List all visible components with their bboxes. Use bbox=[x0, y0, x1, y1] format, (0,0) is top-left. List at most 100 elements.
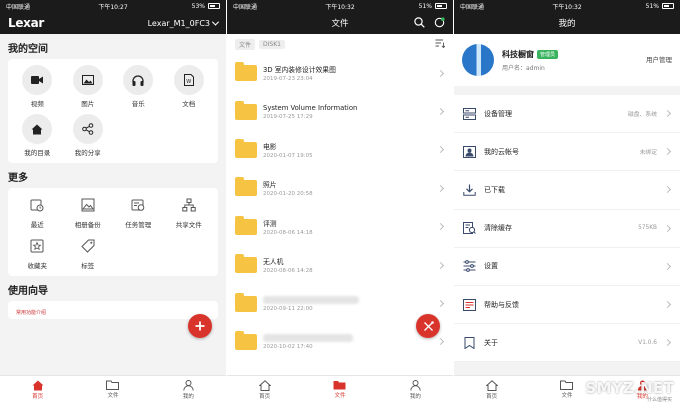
menu-value: 磁盘、系统 bbox=[628, 112, 657, 119]
clear-cache-icon bbox=[462, 222, 476, 235]
tab-label: 文件 bbox=[107, 393, 119, 399]
folder-icon bbox=[235, 330, 257, 350]
chevron-right-icon bbox=[436, 108, 445, 116]
tools-icon bbox=[423, 320, 434, 331]
tile-image[interactable]: 图片 bbox=[63, 65, 114, 108]
plus-icon bbox=[195, 321, 205, 331]
tile-video[interactable]: 视频 bbox=[12, 65, 63, 108]
chevron-right-icon bbox=[436, 146, 445, 154]
battery-icon bbox=[435, 3, 447, 9]
tile-label: 相册备份 bbox=[74, 221, 101, 229]
menu-item-device-management[interactable]: 设备管理 磁盘、系统 bbox=[454, 95, 680, 134]
file-row[interactable]: 3D 室内装修设计效果图 2019-07-23 23:04 bbox=[227, 54, 453, 92]
tab-home[interactable]: 首页 bbox=[0, 376, 75, 403]
tile-document[interactable]: W 文档 bbox=[164, 65, 215, 108]
chevron-right-icon bbox=[436, 69, 445, 77]
menu-item-downloaded[interactable]: 已下载 bbox=[454, 171, 680, 210]
app-header: 我的 bbox=[454, 12, 680, 34]
home-screen: 中国联通 下午10:27 53% Lexar Lexar_M1_0FC3 我的空… bbox=[0, 0, 226, 403]
svg-text:W: W bbox=[186, 79, 191, 85]
tile-my-share[interactable]: 我的分享 bbox=[63, 114, 114, 157]
chevron-right-icon bbox=[663, 262, 672, 270]
add-button[interactable] bbox=[188, 314, 212, 338]
device-selector[interactable]: Lexar_M1_0FC3 bbox=[147, 18, 220, 28]
admin-badge: 管理员 bbox=[537, 49, 559, 59]
tab-files[interactable]: 文件 bbox=[75, 376, 150, 403]
chevron-down-icon bbox=[211, 18, 220, 26]
page-title: 我的 bbox=[558, 19, 576, 29]
file-row[interactable]: 无人机 2020-08-06 14:28 bbox=[227, 246, 453, 284]
menu-item-about[interactable]: 关于 V1.0.6 bbox=[454, 324, 680, 363]
download-icon bbox=[462, 184, 476, 196]
avatar[interactable] bbox=[462, 44, 494, 76]
tile-recent[interactable]: 最近 bbox=[12, 194, 63, 229]
folder-icon bbox=[235, 62, 257, 82]
chevron-right-icon bbox=[436, 261, 445, 269]
file-name: 无人机 bbox=[263, 258, 284, 267]
tile-my-directory[interactable]: 我的目录 bbox=[12, 114, 63, 157]
tab-home[interactable]: 首页 bbox=[227, 376, 302, 403]
tile-label: 文档 bbox=[182, 100, 196, 108]
file-row[interactable]: 评测 2020-08-06 14:18 bbox=[227, 208, 453, 246]
user-management-link[interactable]: 用户管理 bbox=[646, 54, 672, 64]
tools-button[interactable] bbox=[416, 314, 440, 338]
guide-card[interactable]: 常用功能介绍 bbox=[8, 301, 218, 319]
tile-music[interactable]: 音乐 bbox=[113, 65, 164, 108]
watermark-sub: 什么值得买 bbox=[646, 397, 672, 403]
tab-mine[interactable]: 我的 bbox=[151, 376, 226, 403]
my-space-title: 我的空间 bbox=[8, 44, 48, 55]
tile-task-manager[interactable]: 任务管理 bbox=[113, 194, 164, 229]
tile-label: 我的目录 bbox=[24, 149, 51, 157]
device-name: Lexar_M1_0FC3 bbox=[147, 18, 210, 28]
tile-label: 我的分享 bbox=[74, 149, 101, 157]
tile-album-backup[interactable]: 相册备份 bbox=[63, 194, 114, 229]
battery-text: 51% bbox=[645, 2, 659, 10]
video-icon bbox=[31, 76, 44, 84]
menu-item-settings[interactable]: 设置 bbox=[454, 248, 680, 286]
chevron-right-icon bbox=[663, 300, 672, 309]
album-backup-icon bbox=[81, 198, 95, 212]
battery-icon bbox=[662, 3, 674, 9]
tab-home[interactable]: 首页 bbox=[454, 376, 529, 403]
recent-icon bbox=[30, 199, 44, 212]
home-icon bbox=[485, 379, 498, 391]
file-row[interactable]: System Volume Information 2019-07-25 17:2… bbox=[227, 92, 453, 130]
tab-label: 首页 bbox=[32, 393, 44, 400]
blurred-file-name bbox=[263, 333, 353, 342]
sync-icon[interactable] bbox=[434, 17, 445, 28]
tab-label: 文件 bbox=[334, 393, 346, 399]
tile-tags[interactable]: 标签 bbox=[63, 235, 114, 270]
menu-label: 设置 bbox=[484, 262, 498, 271]
tab-label: 我的 bbox=[182, 393, 194, 400]
my-space-card: 视频 图片 音乐 W 文档 我的目录 我的分享 bbox=[8, 59, 218, 163]
tile-favorites[interactable]: 收藏夹 bbox=[12, 235, 63, 270]
image-icon bbox=[81, 75, 94, 85]
document-icon: W bbox=[183, 74, 194, 86]
tile-label: 视频 bbox=[30, 100, 44, 108]
tile-shared-files[interactable]: 共享文件 bbox=[164, 194, 215, 229]
chevron-right-icon bbox=[436, 338, 445, 346]
menu-item-clear-cache[interactable]: 清除缓存 575KB bbox=[454, 210, 680, 248]
menu-item-cloud-account[interactable]: 我的云帐号 未绑定 bbox=[454, 133, 680, 172]
headphones-icon bbox=[132, 74, 144, 86]
chevron-right-icon bbox=[663, 186, 672, 194]
folder-icon bbox=[235, 254, 257, 274]
file-row[interactable]: 照片 2020-01-20 20:58 bbox=[227, 169, 453, 207]
battery-text: 51% bbox=[418, 2, 432, 10]
tab-files[interactable]: 文件 bbox=[302, 376, 377, 403]
menu-item-help-feedback[interactable]: 帮助与反馈 bbox=[454, 286, 680, 325]
task-icon bbox=[131, 199, 145, 211]
favorite-icon bbox=[30, 239, 44, 253]
sort-icon[interactable] bbox=[435, 39, 445, 48]
file-row[interactable]: 电影 2020-01-07 19:05 bbox=[227, 131, 453, 169]
folder-icon bbox=[235, 292, 257, 312]
chevron-right-icon bbox=[436, 299, 445, 308]
folder-icon bbox=[235, 138, 257, 158]
chevron-right-icon bbox=[663, 224, 672, 232]
tab-mine[interactable]: 我的 bbox=[378, 376, 453, 403]
search-icon[interactable] bbox=[414, 17, 425, 28]
tab-label: 我的 bbox=[409, 393, 421, 400]
breadcrumb-item-disk1[interactable]: DISK1 bbox=[259, 39, 285, 49]
profile-card: 科技橱窗 管理员 用户名：admin 用户管理 bbox=[454, 34, 680, 86]
breadcrumb-item-files[interactable]: 文件 bbox=[235, 38, 256, 50]
